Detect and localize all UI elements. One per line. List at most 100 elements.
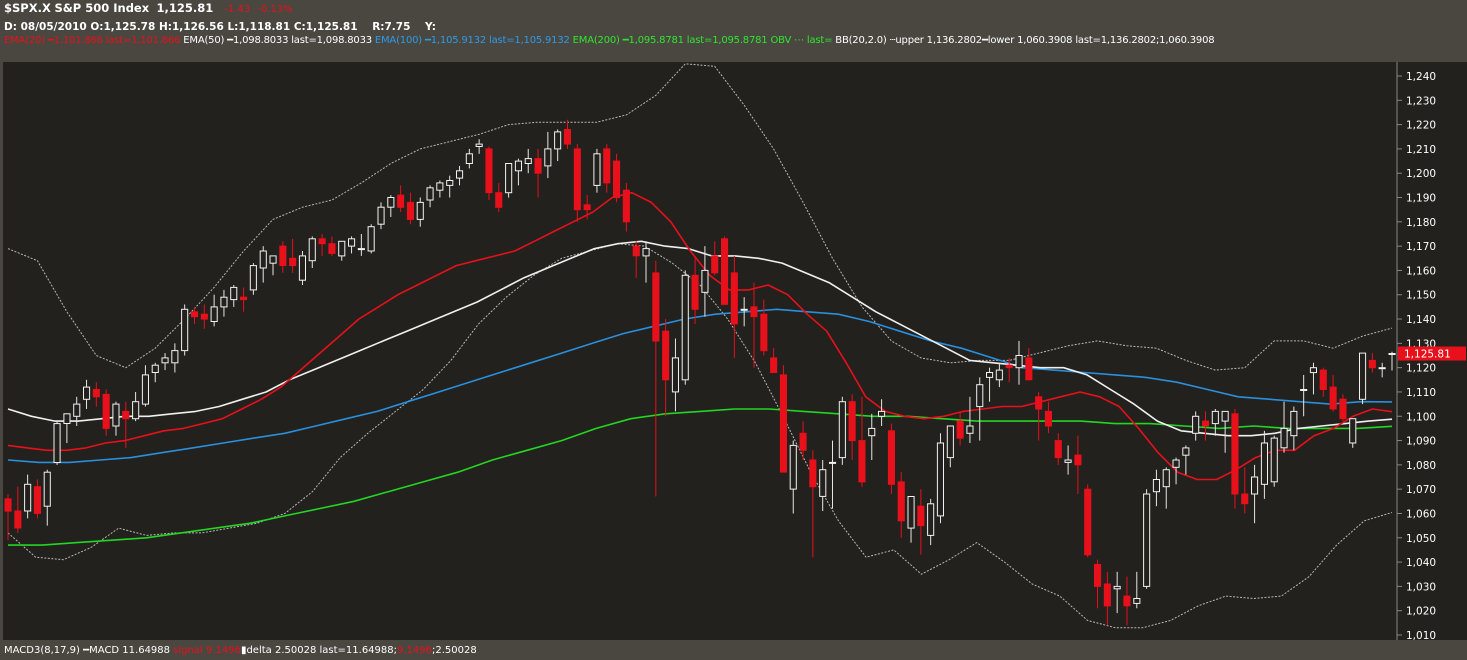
candle: [1359, 352, 1367, 405]
price-chart[interactable]: 1,010 1,020 1,030 1,040 1,050 1,060 1,070 1,080…: [0, 62, 1467, 640]
legend-ema50[interactable]: EMA(50) ━1,098.8033 last=1,098.8033: [183, 35, 372, 46]
y-tick-label: 1,080: [1406, 460, 1436, 472]
indicator-legend: EMA(20) ━1,101.866 last=1,101.866 EMA(50…: [4, 34, 1215, 47]
chart-window: $SPX.X S&P 500 Index 1,125.81 -1.43 -0.1…: [0, 0, 1467, 660]
candle-body-down: [622, 189, 630, 223]
last-price-tag-label: 1,125.81: [1404, 349, 1451, 361]
candle: [367, 224, 375, 254]
candle-body-up: [1280, 427, 1288, 449]
candle: [1084, 484, 1092, 558]
candle-body-up: [642, 248, 650, 257]
candle-body-down: [573, 148, 581, 211]
candle-body-up: [269, 255, 277, 264]
candle-body-up: [907, 496, 915, 529]
candle-body-up: [505, 163, 513, 194]
candle-body-down: [1074, 454, 1082, 466]
candle-body-up: [151, 364, 159, 374]
candle-body-up: [377, 206, 385, 225]
candle: [779, 365, 788, 473]
candle: [573, 144, 581, 222]
candle-body-down: [1202, 420, 1210, 427]
candle-body-up: [367, 226, 375, 252]
symbol[interactable]: $SPX.X: [4, 1, 51, 15]
candle-body-up: [73, 403, 81, 417]
candle-body-up: [1133, 598, 1141, 604]
bar-date: 08/05/2010: [20, 21, 87, 33]
y-label: Y:: [425, 21, 436, 33]
y-tick-label: 1,060: [1406, 508, 1436, 520]
y-tick-label: 1,090: [1406, 436, 1436, 448]
candle-body-up: [1349, 418, 1357, 444]
candle-body-down: [652, 272, 660, 342]
candle-body-up: [976, 384, 984, 408]
legend-bollinger[interactable]: BB(20,2.0) ┄upper 1,136.2802━lower 1,060…: [835, 35, 1214, 46]
candle-body-down: [191, 311, 199, 318]
candle: [721, 236, 729, 305]
candle-body-down: [289, 257, 297, 267]
candle-body-up: [1221, 410, 1229, 422]
macd-delta[interactable]: ▮delta 2.50028 last=11.64988;: [241, 645, 397, 656]
last-price: 1,125.81: [156, 1, 214, 15]
low-label: L:: [227, 21, 239, 33]
range-label: R:: [372, 21, 385, 33]
y-tick-label: 1,230: [1406, 95, 1436, 107]
ohlc-line: D: 08/05/2010 O:1,125.78 H:1,126.56 L:1,…: [4, 21, 436, 34]
candle-body-up: [593, 153, 601, 186]
candle-body-down: [770, 357, 778, 373]
candle-body-up: [43, 471, 51, 507]
candle-body-up: [446, 180, 454, 186]
candle-body-down: [1084, 488, 1092, 556]
candle-body-down: [809, 459, 817, 488]
candle-body-up: [63, 413, 71, 424]
legend-ema100[interactable]: EMA(100) ━1,105.9132 last=1,105.9132: [375, 35, 570, 46]
y-tick-label: 1,040: [1406, 557, 1436, 569]
candle-body-down: [122, 410, 130, 420]
candle-body-down: [1319, 369, 1327, 391]
candle-body-up: [475, 143, 483, 147]
legend-ema20[interactable]: EMA(20) ━1,101.866 last=1,101.866: [4, 35, 180, 46]
candle-body-down: [1231, 413, 1239, 495]
candle: [505, 163, 513, 198]
legend-obv[interactable]: OBV ⋯ last=: [770, 35, 832, 46]
candle-body-up: [171, 350, 179, 364]
candle: [1270, 435, 1278, 487]
candle-body-up: [936, 442, 945, 517]
y-tick-label: 1,160: [1406, 265, 1436, 277]
candle-body-up: [357, 248, 365, 251]
candle-body-up: [24, 483, 32, 512]
legend-ema200[interactable]: EMA(200) ━1,095.8781 last=1,095.8781: [573, 35, 768, 46]
candle-body-up: [838, 401, 846, 459]
candle-body-up: [1192, 415, 1200, 434]
candle-body-up: [1260, 442, 1269, 485]
candle-body-down: [1025, 357, 1033, 381]
candle-body-down: [534, 158, 542, 174]
candle-body-down: [1044, 410, 1053, 427]
candle-body-up: [132, 401, 140, 420]
candle-body-up: [946, 425, 954, 459]
candle-body-down: [485, 148, 493, 194]
candle-body-up: [740, 308, 748, 311]
macd-signal[interactable]: signal 9.1496: [173, 645, 241, 656]
candle-body-up: [1251, 476, 1259, 495]
candle-body-up: [1290, 410, 1298, 437]
candle-body-up: [966, 425, 974, 434]
candle-body-down: [1005, 364, 1013, 369]
candle-body-up: [1270, 437, 1278, 483]
candle-body-up: [436, 182, 444, 191]
plot-area: [3, 62, 1397, 640]
candle-body-down: [1035, 396, 1043, 410]
macd-value[interactable]: MACD3(8,17,9) ━MACD 11.64988: [4, 645, 170, 656]
y-tick-label: 1,150: [1406, 290, 1436, 302]
macd-last-delta: ;2.50028: [432, 645, 477, 656]
candle-body-down: [858, 440, 866, 483]
macd-last-signal: 9.1496: [397, 645, 432, 656]
y-tick-label: 1,180: [1406, 217, 1436, 229]
candle-body-up: [1182, 447, 1190, 456]
candle-body-down: [1368, 359, 1376, 369]
candle-body-down: [779, 374, 788, 473]
candle-body-up: [308, 238, 316, 262]
candle-body-up: [181, 308, 189, 352]
y-tick-label: 1,020: [1406, 606, 1436, 618]
candle-body-down: [799, 432, 807, 451]
candle-body-up: [220, 296, 228, 308]
